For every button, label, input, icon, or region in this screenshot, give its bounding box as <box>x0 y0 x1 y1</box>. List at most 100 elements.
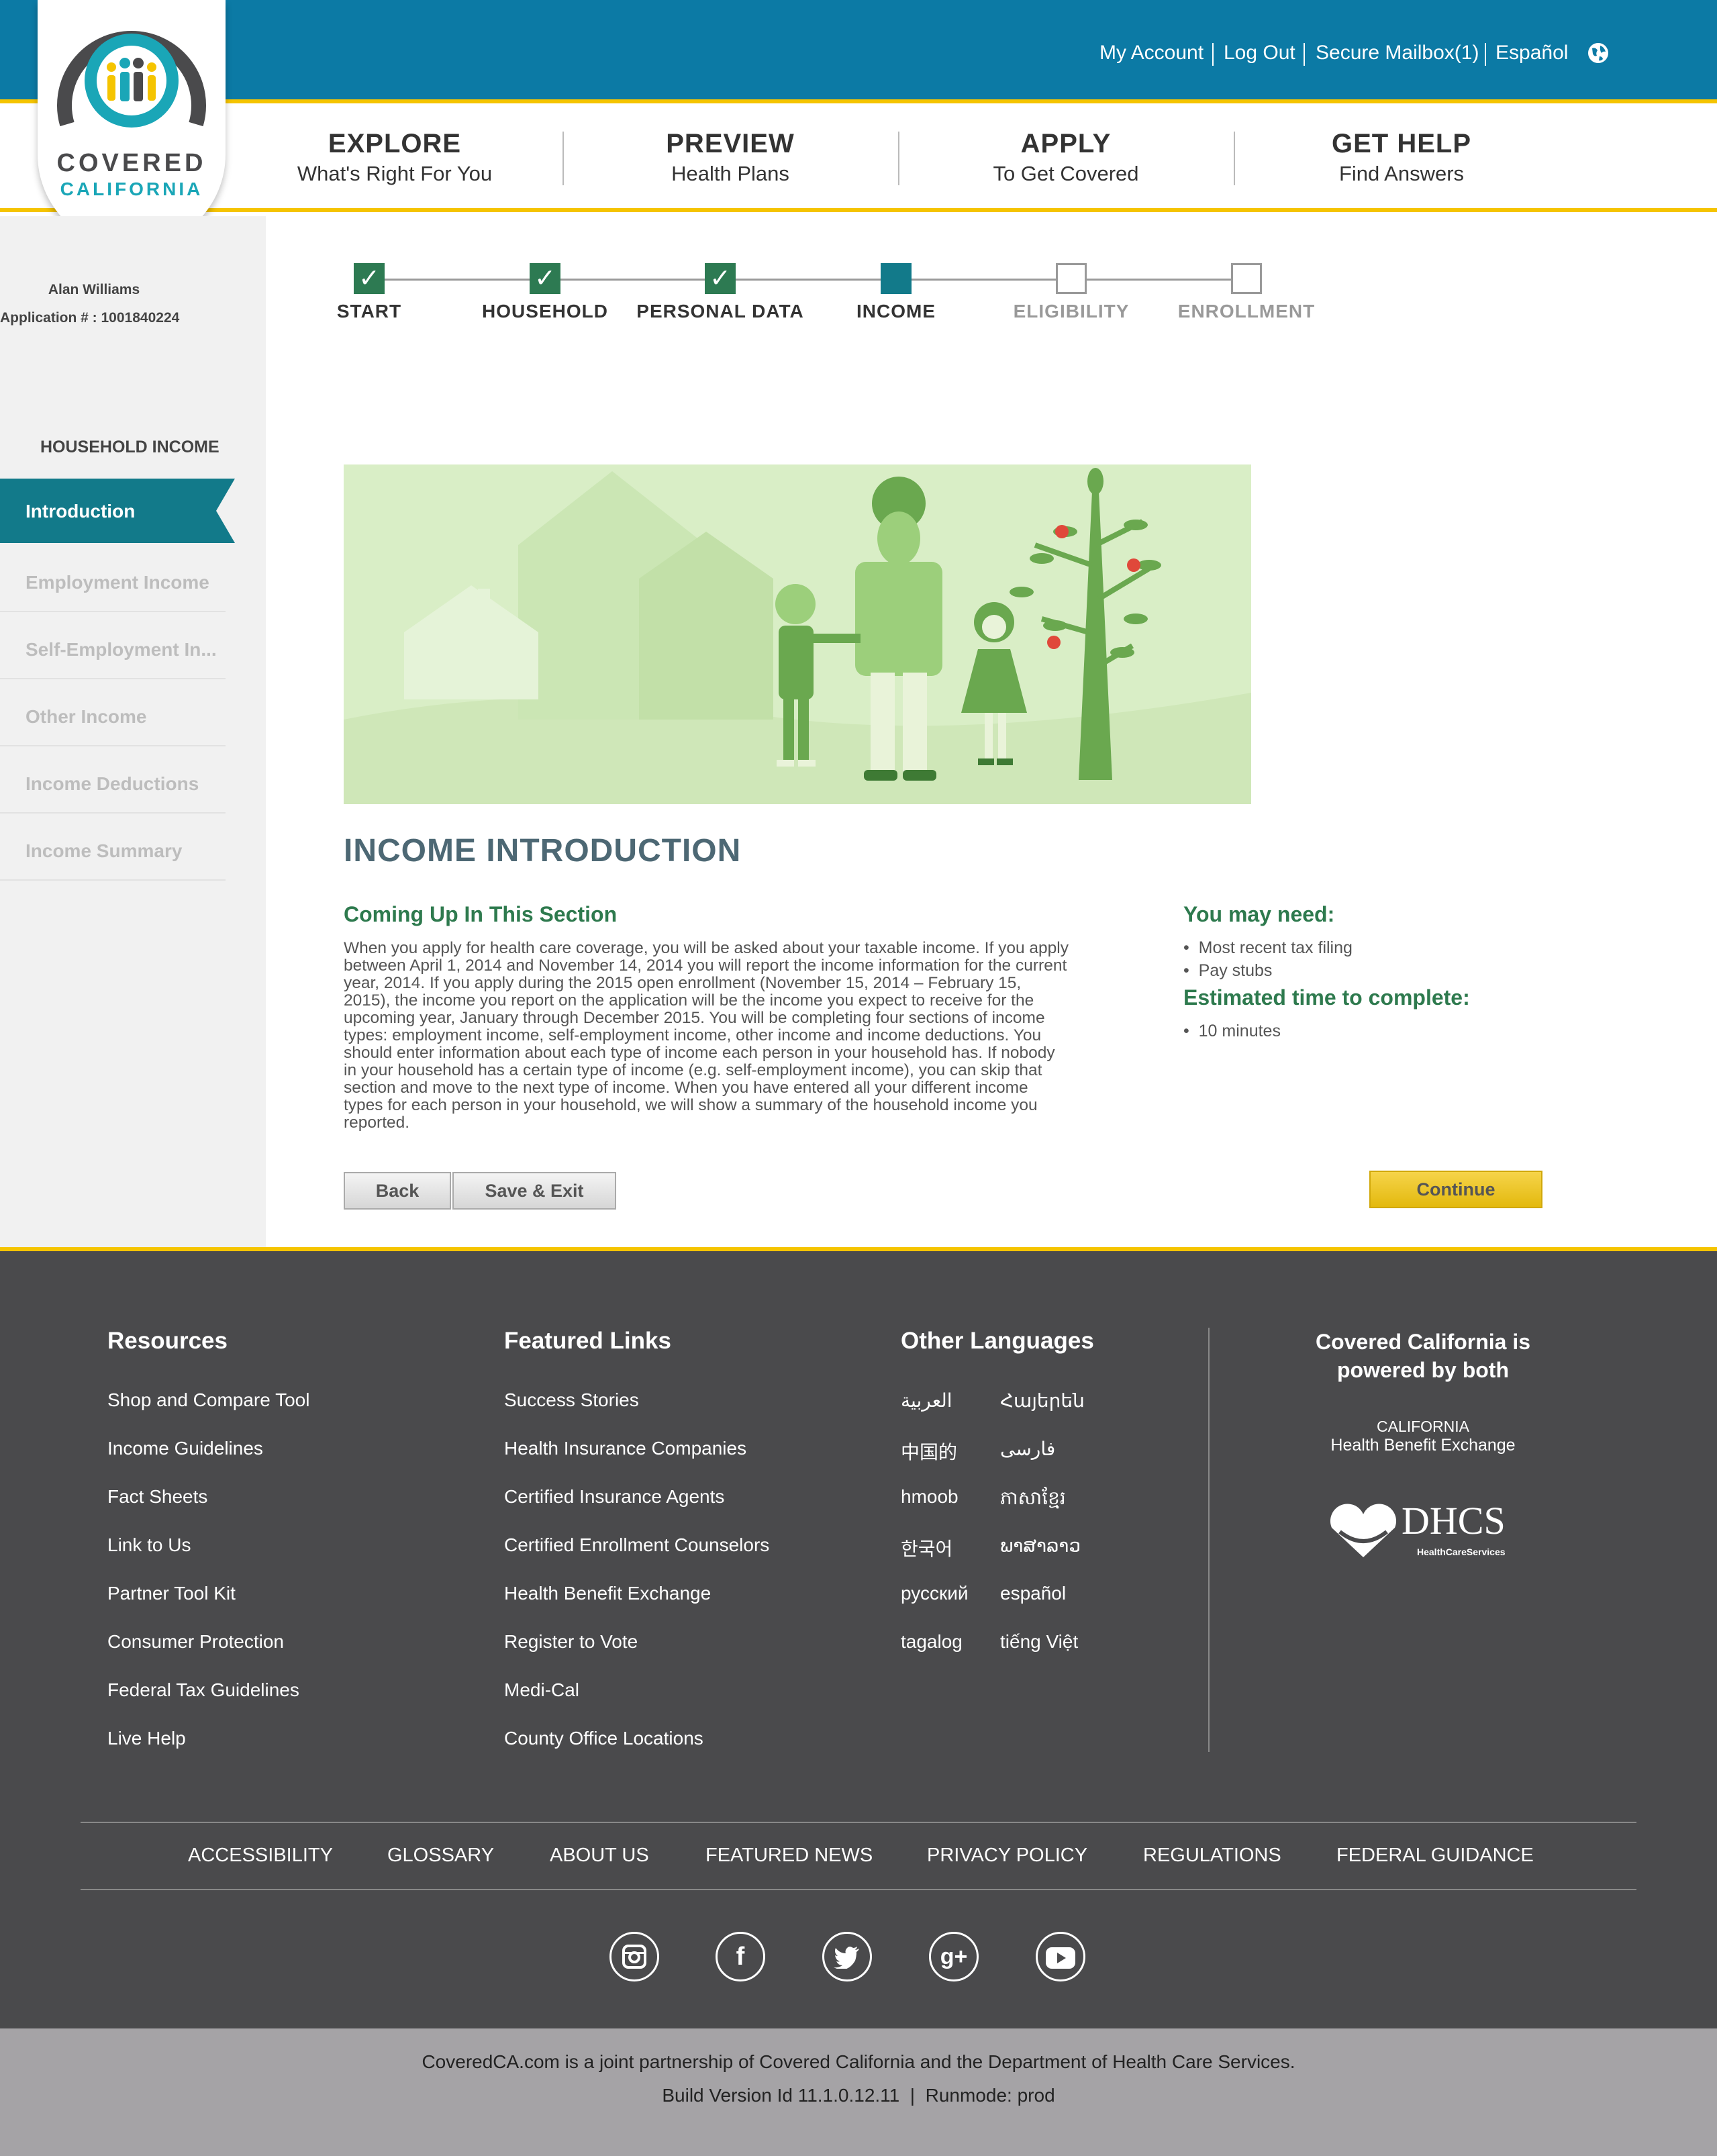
language-link[interactable]: русский <box>901 1583 968 1604</box>
nav-subtitle: Find Answers <box>1338 162 1465 185</box>
continue-button[interactable]: Continue <box>1369 1171 1542 1208</box>
federal-guidance-link[interactable]: FEDERAL GUIDANCE <box>1336 1845 1534 1867</box>
regulations-link[interactable]: REGULATIONS <box>1143 1845 1281 1867</box>
divider <box>1485 43 1486 66</box>
application-number: Application # : 1001840224 <box>0 310 180 326</box>
footer-link[interactable]: Link to Us <box>107 1534 191 1556</box>
step-check-icon: ✓ <box>530 263 560 294</box>
hbex-logo[interactable]: CALIFORNIA Health Benefit Exchange <box>1316 1418 1530 1455</box>
step-label: START <box>336 301 402 322</box>
language-link[interactable]: tagalog <box>901 1631 963 1653</box>
language-link[interactable]: hmoob <box>901 1486 959 1508</box>
language-link[interactable]: فارسی <box>1000 1438 1055 1460</box>
globe-icon[interactable] <box>1587 42 1610 64</box>
sidebar-item-other-income[interactable]: Other Income <box>0 679 226 746</box>
nav-title: GET HELP <box>1331 129 1472 158</box>
save-exit-button[interactable]: Save & Exit <box>452 1172 616 1210</box>
progress-step-personal-data: ✓ PERSONAL DATA <box>633 263 807 322</box>
google-plus-icon[interactable]: g+ <box>929 1932 979 1981</box>
powered-by-heading: Covered California is powered by both <box>1315 1330 1531 1382</box>
footer-link[interactable]: Income Guidelines <box>107 1438 263 1459</box>
about-us-link[interactable]: ABOUT US <box>550 1845 649 1867</box>
list-item-text: Pay stubs <box>1198 961 1273 980</box>
my-account-link[interactable]: My Account <box>1099 42 1204 64</box>
list-item: • Most recent tax filing <box>1183 938 1353 957</box>
sidebar-item-income-summary[interactable]: Income Summary <box>0 814 226 881</box>
footer-rule <box>81 1889 1636 1890</box>
nav-subtitle: Health Plans <box>671 162 789 185</box>
progress-step-income: INCOME <box>809 263 983 322</box>
dhcs-heart-icon <box>1330 1504 1397 1557</box>
nav-apply[interactable]: APPLY To Get Covered <box>898 129 1234 186</box>
language-link[interactable]: 中国的 <box>901 1438 957 1465</box>
step-label: PERSONAL DATA <box>636 301 804 322</box>
language-link[interactable]: Հայերեն <box>1000 1389 1085 1412</box>
twitter-icon[interactable] <box>822 1932 872 1981</box>
accessibility-link[interactable]: ACCESSIBILITY <box>188 1845 333 1867</box>
privacy-policy-link[interactable]: PRIVACY POLICY <box>927 1845 1087 1867</box>
step-label: ELIGIBILITY <box>1013 301 1130 322</box>
list-item: • 10 minutes <box>1183 1022 1281 1040</box>
espanol-link[interactable]: Español <box>1495 42 1568 64</box>
language-link[interactable]: ພາສາລາວ <box>1000 1534 1081 1557</box>
sidebar-item-income-deductions[interactable]: Income Deductions <box>0 746 226 814</box>
footer-link[interactable]: Live Help <box>107 1728 186 1749</box>
language-link[interactable]: ភាសាខ្មែរ <box>1000 1486 1066 1514</box>
language-link[interactable]: العربية <box>901 1389 952 1412</box>
language-link[interactable]: tiếng Việt <box>1000 1631 1078 1653</box>
divider <box>1304 43 1305 66</box>
covered-california-logo[interactable]: COVERED CALIFORNIA <box>38 0 226 248</box>
language-link[interactable]: español <box>1000 1583 1066 1604</box>
copyright-text: CoveredCA.com is a joint partnership of … <box>422 2051 1295 2072</box>
progress-step-enrollment: ENROLLMENT <box>1159 263 1334 322</box>
featured-news-link[interactable]: FEATURED NEWS <box>705 1845 873 1867</box>
hbex-top-text: CALIFORNIA <box>1376 1418 1470 1435</box>
footer-link[interactable]: Certified Insurance Agents <box>504 1486 724 1508</box>
footer-link[interactable]: Register to Vote <box>504 1631 638 1653</box>
footer-link[interactable]: Fact Sheets <box>107 1486 207 1508</box>
logo-text-california: CALIFORNIA <box>60 179 203 199</box>
sidebar-item-employment-income[interactable]: Employment Income <box>0 545 226 612</box>
list-item: • Pay stubs <box>1183 961 1273 980</box>
step-label: HOUSEHOLD <box>482 301 608 322</box>
estimated-time-heading: Estimated time to complete: <box>1183 985 1470 1010</box>
nav-explore[interactable]: EXPLORE What's Right For You <box>227 129 562 186</box>
nav-title: PREVIEW <box>666 129 795 158</box>
footer-link[interactable]: Partner Tool Kit <box>107 1583 236 1604</box>
dhcs-logo[interactable]: DHCS HealthCareServices <box>1326 1498 1520 1565</box>
back-button[interactable]: Back <box>344 1172 451 1210</box>
step-label: INCOME <box>856 301 936 322</box>
secure-mailbox-link[interactable]: Secure Mailbox(1) <box>1316 42 1479 64</box>
sidebar-item-self-employment-income[interactable]: Self-Employment In... <box>0 612 226 679</box>
nav-subtitle: To Get Covered <box>993 162 1139 185</box>
glossary-link[interactable]: GLOSSARY <box>387 1845 494 1867</box>
footer-link[interactable]: Consumer Protection <box>107 1631 284 1653</box>
hbex-bottom-text: Health Benefit Exchange <box>1330 1436 1516 1455</box>
other-languages-heading: Other Languages <box>901 1328 1094 1354</box>
footer-link[interactable]: Success Stories <box>504 1389 639 1411</box>
nav-subtitle: What's Right For You <box>297 162 493 185</box>
list-item-text: 10 minutes <box>1198 1022 1281 1040</box>
nav-get-help[interactable]: GET HELP Find Answers <box>1234 129 1569 186</box>
page-title: INCOME INTRODUCTION <box>344 833 742 869</box>
build-version-text: Build Version Id 11.1.0.12.11 | Runmode:… <box>662 2085 1055 2106</box>
logo-text-covered: COVERED <box>56 149 207 177</box>
footer-link[interactable]: Health Benefit Exchange <box>504 1583 711 1604</box>
footer-link[interactable]: Medi-Cal <box>504 1679 579 1701</box>
copyright-bar: CoveredCA.com is a joint partnership of … <box>0 2028 1717 2156</box>
youtube-icon[interactable] <box>1036 1932 1085 1981</box>
log-out-link[interactable]: Log Out <box>1224 42 1295 64</box>
footer-link[interactable]: Health Insurance Companies <box>504 1438 746 1459</box>
language-link[interactable]: 한국어 <box>901 1534 952 1561</box>
facebook-icon[interactable]: f <box>716 1932 765 1981</box>
footer-link[interactable]: Certified Enrollment Counselors <box>504 1534 769 1556</box>
nav-preview[interactable]: PREVIEW Health Plans <box>562 129 898 186</box>
list-item-text: Most recent tax filing <box>1198 938 1353 957</box>
logo-mark-icon <box>57 31 206 128</box>
instagram-icon[interactable] <box>609 1932 659 1981</box>
footer-link[interactable]: Shop and Compare Tool <box>107 1389 309 1411</box>
footer-link[interactable]: Federal Tax Guidelines <box>107 1679 299 1701</box>
footer-link[interactable]: County Office Locations <box>504 1728 703 1749</box>
sidebar-item-introduction[interactable]: Introduction <box>0 479 235 543</box>
intro-paragraph: When you apply for health care coverage,… <box>344 939 1069 1132</box>
